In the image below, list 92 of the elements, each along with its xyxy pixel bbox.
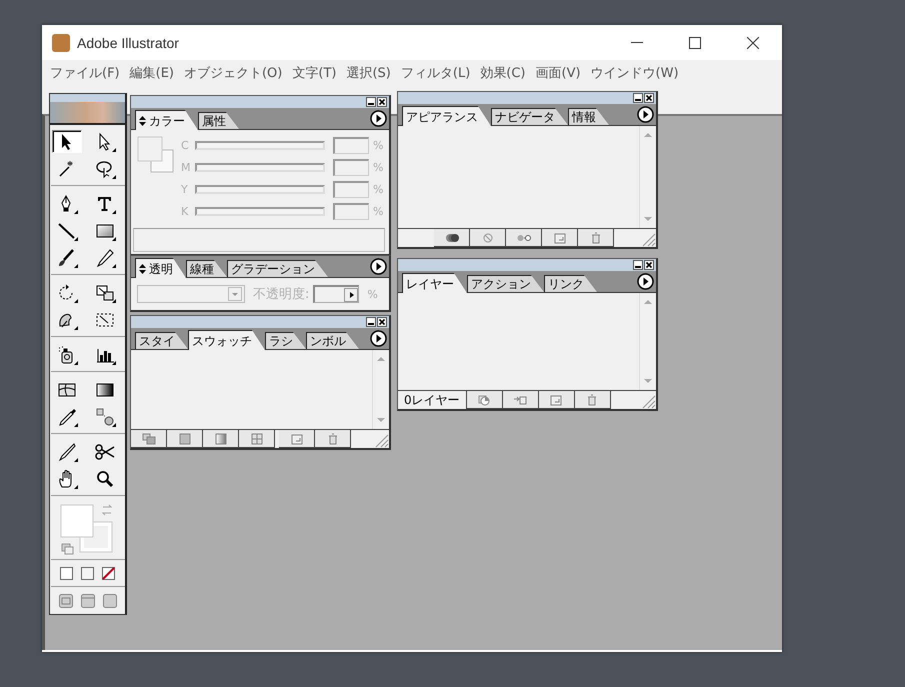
delete-button[interactable] [315,430,351,448]
clipping-mask-button[interactable] [466,391,503,409]
new-page-icon [290,432,304,444]
screen-mode-icon[interactable] [80,594,94,608]
panel-tab[interactable]: スタイ [135,332,188,349]
panel-tab[interactable]: スウォッチ [188,330,265,350]
close-icon[interactable] [644,260,654,270]
new-page-icon [552,232,566,244]
menu-item[interactable]: 選択(S) [346,64,399,82]
close-icon[interactable] [377,97,387,107]
panel-tab[interactable]: ナビゲータ [491,108,568,125]
channel-label: K [181,204,190,218]
line-tool-icon [56,220,78,240]
new-page-icon [549,394,564,406]
minimize-icon[interactable] [366,97,376,107]
panel-menu-icon[interactable] [637,273,654,290]
menu-item[interactable]: 編集(E) [130,64,182,82]
minimize-icon[interactable] [633,260,643,270]
minimize-icon[interactable] [366,317,376,327]
none-mode-icon[interactable] [102,567,115,580]
panel-menu-icon[interactable] [637,106,654,123]
menu-item[interactable]: フィルタ(L) [400,64,478,82]
menu-item[interactable]: ファイル(F) [50,64,128,82]
panel-tab[interactable]: 情報 [568,108,609,125]
panel-tab[interactable]: アクション [467,275,544,292]
close-icon[interactable] [644,93,654,103]
pattern-icon [250,432,264,444]
window-title: Adobe Illustrator [77,34,179,50]
menu-item[interactable]: 文字(T) [292,64,344,82]
channel-label: C [181,138,190,152]
resize-grip-icon[interactable] [373,432,389,448]
blend-tool-icon [94,406,116,426]
minimize-icon [631,42,643,44]
delete-button[interactable] [574,391,611,409]
unit-label: % [367,288,378,300]
new-sublayer-button[interactable] [502,391,539,409]
maximize-icon [689,36,701,48]
stepper-icon [139,264,146,274]
square-icon [178,432,192,444]
scale-tool-icon [94,282,116,302]
circles-icon [444,232,458,244]
menu-item[interactable]: オブジェクト(O) [184,64,290,82]
duplicate-button[interactable] [542,229,578,247]
resize-grip-icon[interactable] [640,231,656,247]
stepper-icon [139,116,146,126]
gradient-mode-icon[interactable] [81,567,94,580]
panel-menu-icon[interactable] [370,110,387,127]
color-swatches-button[interactable] [167,430,203,448]
unit-label: % [373,182,384,196]
target-icon [477,394,492,406]
color-mode-icon[interactable] [60,567,73,580]
gradient-swatches-button[interactable] [203,430,239,448]
opacity-label: 不透明度: [253,286,310,303]
menu-item[interactable]: ウインドウ(W) [590,64,687,82]
screen-mode-icon[interactable] [58,594,72,608]
menu-item[interactable]: 効果(C) [480,64,534,82]
close-icon [747,36,759,48]
panel-tab[interactable]: ンボル [306,332,359,349]
show-kind-button[interactable] [131,430,167,448]
pattern-swatches-button[interactable] [239,430,275,448]
gradient-square-icon [214,432,228,444]
screen-mode-icon[interactable] [102,594,116,608]
menu-item[interactable]: 画面(V) [536,64,589,82]
channel-label: M [181,160,192,174]
panel-menu-icon[interactable] [370,258,387,275]
reduce-button[interactable] [506,229,542,247]
fill-stroke-icon [137,136,175,174]
move-in-icon [513,394,528,406]
panel-tab[interactable]: レイヤー [402,273,467,293]
new-layer-button[interactable] [538,391,575,409]
panel-menu-icon[interactable] [370,330,387,347]
panel-tab[interactable]: アピアランス [402,106,491,126]
triangle-right-icon [344,288,358,302]
clear-button[interactable] [470,229,506,247]
panel-tab[interactable]: リンク [544,275,597,292]
panel-tab[interactable]: ラシ [265,332,306,349]
unit-label: % [373,138,384,152]
resize-grip-icon[interactable] [640,393,656,409]
scissors-tool-icon [94,442,116,462]
lasso-tool-icon [94,158,116,178]
close-icon[interactable] [377,317,387,327]
stacked-squares-icon [142,432,156,444]
new-swatch-button[interactable] [279,430,315,448]
delete-button[interactable] [578,229,614,247]
unit-label: % [373,160,384,174]
channel-label: Y [181,182,189,196]
new-art-button[interactable] [434,229,470,247]
minimize-icon[interactable] [633,93,643,103]
no-icon [480,232,494,244]
app-icon [52,34,70,52]
unit-label: % [373,204,384,218]
tool-button[interactable] [52,130,82,153]
